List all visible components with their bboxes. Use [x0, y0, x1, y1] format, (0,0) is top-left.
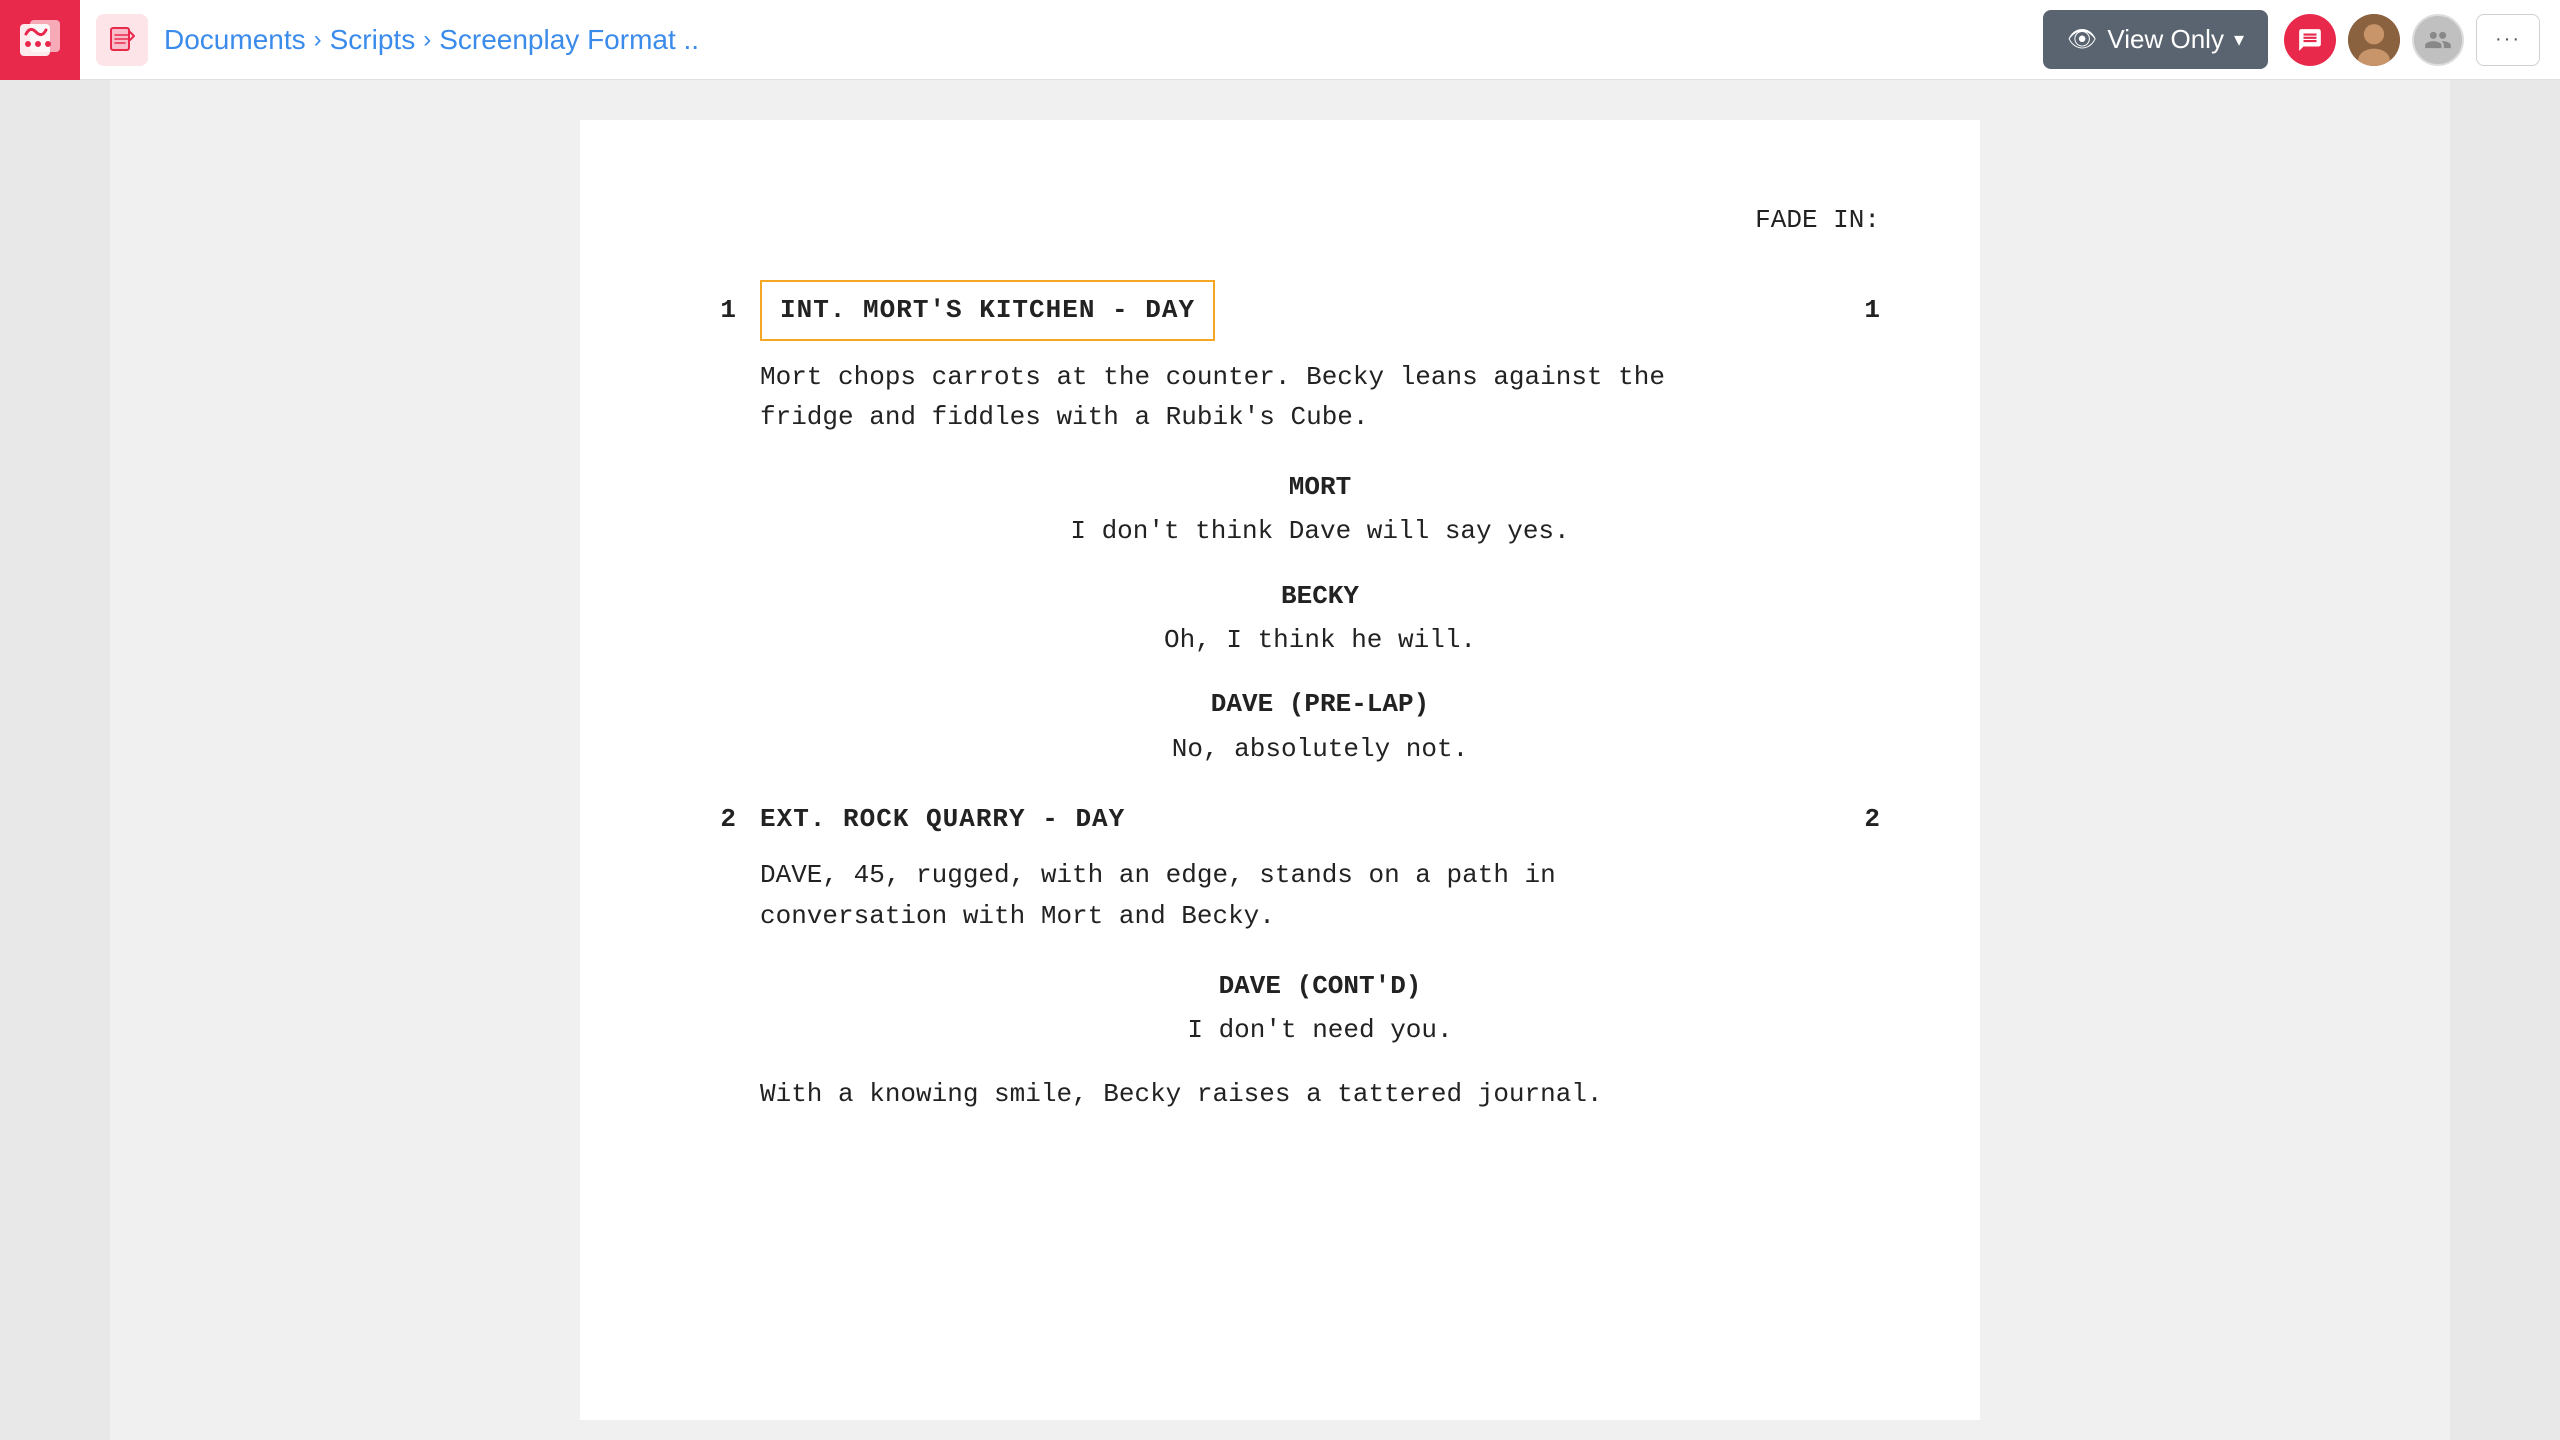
scene-number-right-2: 2 [1840, 799, 1880, 839]
breadcrumb-scripts[interactable]: Scripts [330, 24, 416, 56]
character-dave-contd: DAVE (CONT'D) [760, 966, 1880, 1006]
script-page: FADE IN: 1 INT. MORT'S KITCHEN - DAY 1 M… [580, 120, 1980, 1420]
scene-number-right-1: 1 [1840, 290, 1880, 330]
breadcrumb-current[interactable]: Screenplay Format .. [439, 24, 699, 56]
toolbar-right: ··· [2284, 14, 2540, 66]
avatar-chat[interactable] [2284, 14, 2336, 66]
scene-row-1: 1 INT. MORT'S KITCHEN - DAY 1 [680, 280, 1880, 340]
dialogue-dave-prelap-text: No, absolutely not. [760, 729, 1880, 769]
avatar-collaborator[interactable] [2412, 14, 2464, 66]
character-mort: MORT [760, 467, 1880, 507]
app-logo [0, 0, 80, 80]
breadcrumb-sep-2: › [423, 26, 431, 54]
breadcrumb-sep-1: › [314, 26, 322, 54]
action-text-3: With a knowing smile, Becky raises a tat… [760, 1074, 1860, 1114]
view-only-button[interactable]: 👁 View Only ▾ [2043, 10, 2268, 69]
doc-icon-button[interactable] [96, 14, 148, 66]
character-becky: BECKY [760, 576, 1880, 616]
toolbar: Documents › Scripts › Screenplay Format … [0, 0, 2560, 80]
chevron-down-icon: ▾ [2234, 27, 2244, 52]
breadcrumb: Documents › Scripts › Screenplay Format … [164, 24, 2027, 56]
scene-number-left-1: 1 [680, 290, 760, 330]
scene-number-left-2: 2 [680, 799, 760, 839]
right-sidebar [2450, 80, 2560, 1440]
dialogue-mort-text: I don't think Dave will say yes. [760, 511, 1880, 551]
scene-heading-1: INT. MORT'S KITCHEN - DAY [760, 280, 1215, 340]
scene-content-2: DAVE, 45, rugged, with an edge, stands o… [760, 855, 1880, 1114]
left-sidebar [0, 80, 110, 1440]
dialogue-dave-contd: DAVE (CONT'D) I don't need you. [760, 966, 1880, 1051]
dialogue-becky: BECKY Oh, I think he will. [760, 576, 1880, 661]
avatar-user[interactable] [2348, 14, 2400, 66]
scene-content-1: Mort chops carrots at the counter. Becky… [760, 357, 1880, 769]
main-area: FADE IN: 1 INT. MORT'S KITCHEN - DAY 1 M… [0, 80, 2560, 1440]
action-text-1: Mort chops carrots at the counter. Becky… [760, 357, 1860, 438]
more-button[interactable]: ··· [2476, 14, 2540, 66]
breadcrumb-documents[interactable]: Documents [164, 24, 306, 56]
scene-heading-2: EXT. ROCK QUARRY - DAY [760, 799, 1125, 839]
dialogue-becky-text: Oh, I think he will. [760, 620, 1880, 660]
view-only-label: View Only [2107, 24, 2224, 55]
scene-row-2: 2 EXT. ROCK QUARRY - DAY 2 [680, 799, 1880, 839]
dialogue-mort: MORT I don't think Dave will say yes. [760, 467, 1880, 552]
fade-in: FADE IN: [680, 200, 1880, 240]
more-label: ··· [2495, 28, 2521, 51]
dialogue-dave-prelap: DAVE (PRE-LAP) No, absolutely not. [760, 684, 1880, 769]
action-text-2: DAVE, 45, rugged, with an edge, stands o… [760, 855, 1860, 936]
character-dave-prelap: DAVE (PRE-LAP) [760, 684, 1880, 724]
eye-icon: 👁 [2067, 25, 2097, 54]
document-area: FADE IN: 1 INT. MORT'S KITCHEN - DAY 1 M… [110, 80, 2450, 1440]
dialogue-dave-contd-text: I don't need you. [760, 1010, 1880, 1050]
